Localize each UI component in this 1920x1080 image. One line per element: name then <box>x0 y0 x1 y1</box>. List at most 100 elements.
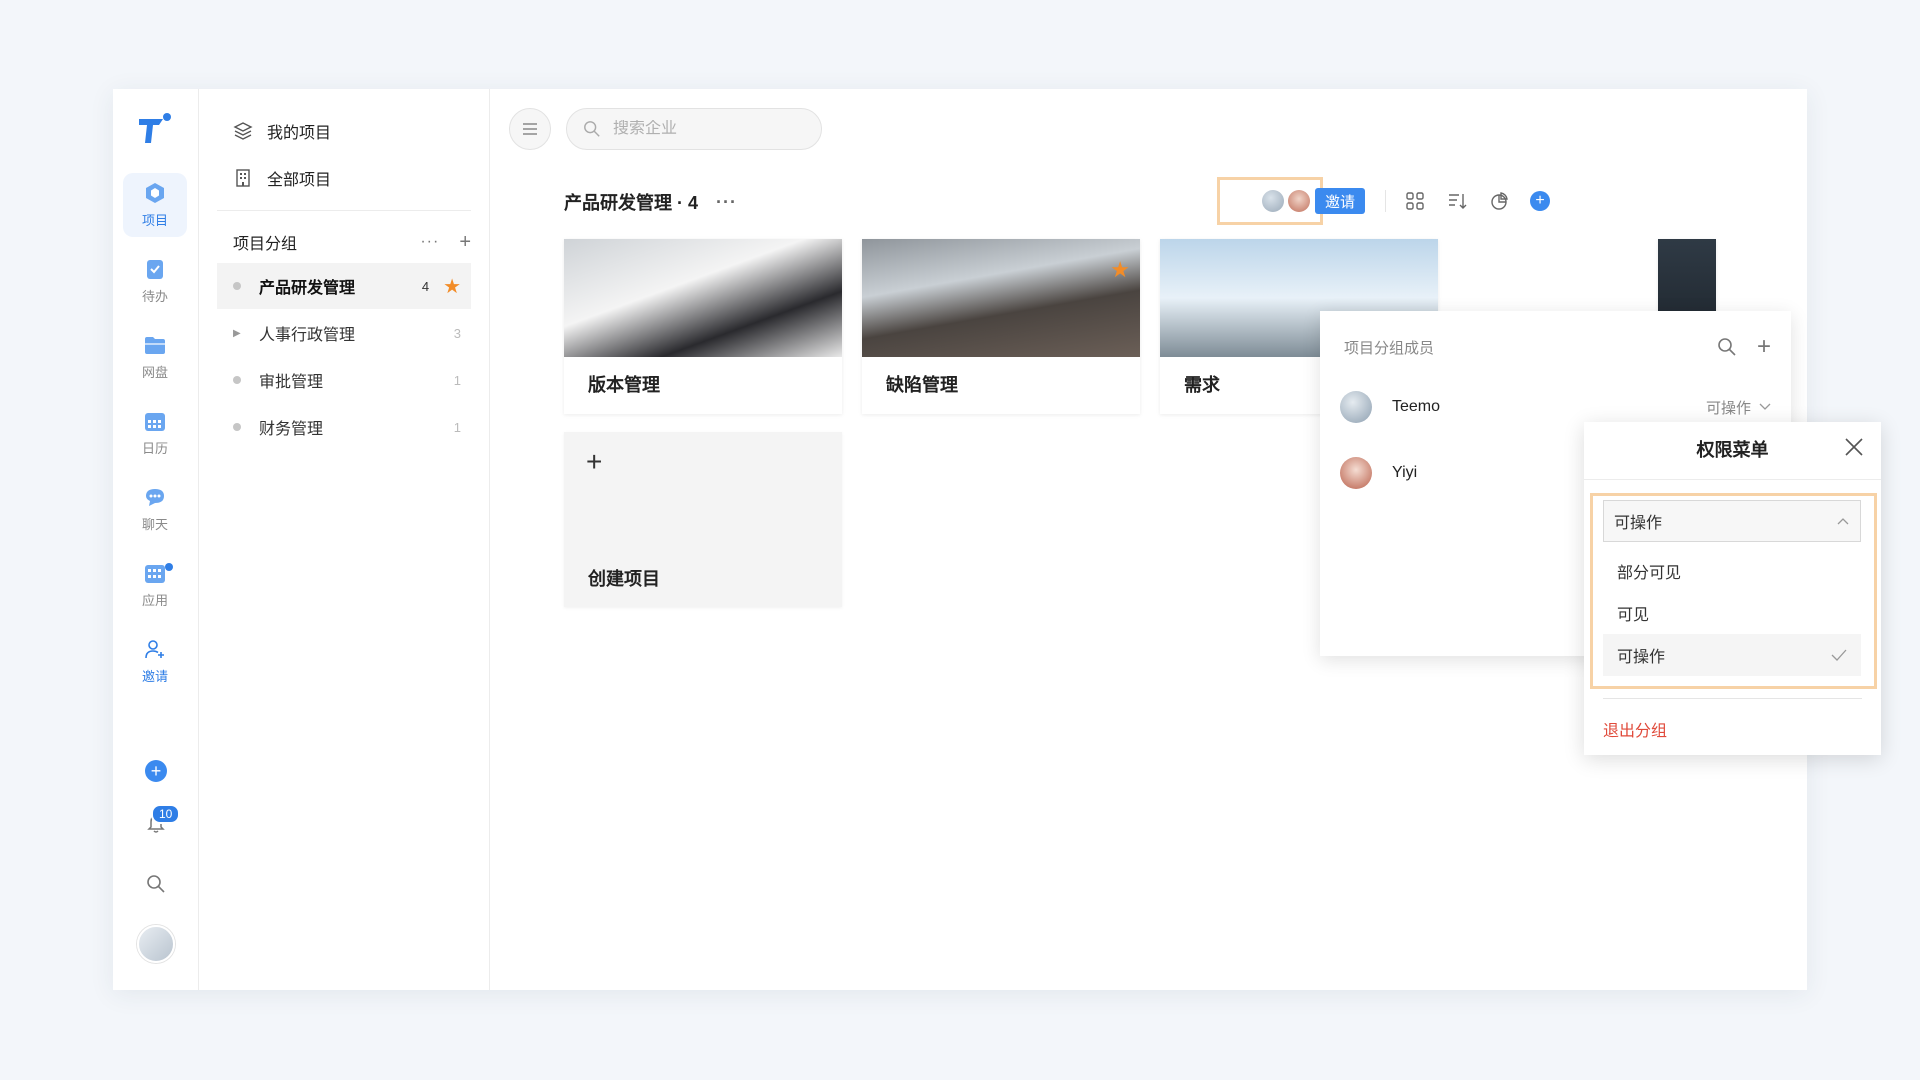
search-icon <box>584 121 600 137</box>
member-avatar <box>1340 391 1372 423</box>
project-sidebar: 我的项目 全部项目 项目分组 ··· + 产品研发管理 4 ★ ▶ 人事行政管理… <box>199 89 490 990</box>
group-item-approval[interactable]: 审批管理 1 <box>217 357 471 403</box>
permission-menu: 权限菜单 可操作 部分可见 可见 可操作 退出分组 <box>1584 422 1881 755</box>
page-title-row: 产品研发管理 · 4 ··· <box>564 189 737 215</box>
group-header-label: 项目分组 <box>233 236 298 253</box>
group-name: 产品研发管理 <box>259 280 356 297</box>
invite-button[interactable]: 邀请 <box>1315 188 1366 214</box>
rail-item-invite[interactable]: 邀请 <box>123 629 187 693</box>
bullet-icon <box>233 423 241 431</box>
app-window: 项目 待办 网盘 日历 聊天 应用 邀请 + 10 我的项目 全部项目 项目分组… <box>113 89 1881 990</box>
add-project-icon[interactable]: + <box>1530 191 1551 211</box>
group-name: 财务管理 <box>259 421 324 438</box>
permission-divider <box>1603 698 1862 699</box>
exit-group-button[interactable]: 退出分组 <box>1603 717 1667 741</box>
group-name: 审批管理 <box>259 374 324 391</box>
rail-label-calendar: 日历 <box>141 441 168 456</box>
nav-my-projects[interactable]: 我的项目 <box>233 119 331 143</box>
title-more-icon[interactable]: ··· <box>716 192 737 213</box>
building-icon <box>236 169 250 187</box>
bullet-icon <box>233 376 241 384</box>
apps-notification-dot <box>165 563 173 571</box>
close-icon[interactable] <box>1843 436 1865 458</box>
chevron-up-icon <box>1837 518 1849 525</box>
member-avatar[interactable] <box>1262 190 1284 212</box>
rail-item-drive[interactable]: 网盘 <box>123 325 187 389</box>
caret-right-icon[interactable]: ▶ <box>233 328 241 339</box>
star-icon[interactable]: ★ <box>443 274 461 299</box>
group-item-hr[interactable]: ▶ 人事行政管理 3 <box>217 310 471 356</box>
members-title: 项目分组成员 <box>1344 339 1435 357</box>
permission-option[interactable]: 部分可见 <box>1603 550 1861 592</box>
project-icon <box>146 183 164 203</box>
group-count: 4 <box>421 278 430 294</box>
nav-all-projects[interactable]: 全部项目 <box>233 166 331 190</box>
user-avatar[interactable] <box>137 925 175 963</box>
permission-option[interactable]: 可见 <box>1603 592 1861 634</box>
page-title: 产品研发管理 · 4 <box>564 193 699 213</box>
permission-option[interactable]: 可操作 <box>1603 634 1861 676</box>
sort-icon[interactable] <box>1446 190 1468 212</box>
calendar-icon <box>145 413 165 431</box>
create-project-card[interactable]: + 创建项目 <box>564 432 842 607</box>
permission-select[interactable]: 可操作 <box>1603 500 1861 542</box>
statistics-icon[interactable] <box>1488 190 1510 212</box>
star-icon[interactable]: ★ <box>1110 257 1130 283</box>
rail-notifications[interactable]: 10 <box>113 804 199 835</box>
rail-item-project[interactable]: 项目 <box>123 173 187 237</box>
invite-icon <box>145 640 164 659</box>
member-permission[interactable]: 可操作 <box>1706 397 1771 418</box>
group-name: 人事行政管理 <box>259 327 356 344</box>
add-group-icon[interactable]: + <box>459 231 471 254</box>
add-member-icon[interactable]: + <box>1757 335 1771 359</box>
search-icon[interactable] <box>1717 337 1737 357</box>
toolbar-divider <box>1385 190 1387 212</box>
add-icon[interactable]: + <box>145 760 167 782</box>
toolbar: 邀请 + <box>1217 177 1551 225</box>
search-icon <box>147 875 165 893</box>
rail-label-invite: 邀请 <box>141 669 168 684</box>
rail-add[interactable]: + <box>113 760 199 782</box>
more-icon[interactable]: ··· <box>420 233 439 251</box>
chevron-down-icon <box>1759 403 1771 410</box>
create-project-label: 创建项目 <box>588 569 660 589</box>
rail-label-apps: 应用 <box>141 593 168 608</box>
group-header: 项目分组 ··· + <box>233 230 471 254</box>
permission-divider <box>1584 479 1881 480</box>
group-item-finance[interactable]: 财务管理 1 <box>217 404 471 450</box>
permission-option-label: 部分可见 <box>1617 565 1682 582</box>
search-input[interactable] <box>613 120 793 138</box>
group-count: 1 <box>453 372 461 388</box>
layers-icon <box>233 122 253 140</box>
rail-item-todo[interactable]: 待办 <box>123 249 187 313</box>
plus-icon: + <box>586 446 603 477</box>
nav-my-projects-label: 我的项目 <box>267 125 332 142</box>
member-avatars[interactable] <box>1217 177 1323 225</box>
rail-item-apps[interactable]: 应用 <box>123 553 187 617</box>
group-item-dev[interactable]: 产品研发管理 4 ★ <box>217 263 471 309</box>
permission-option-label: 可见 <box>1617 607 1650 624</box>
notification-badge: 10 <box>151 804 181 824</box>
permission-menu-title: 权限菜单 <box>1696 440 1769 460</box>
members-header: 项目分组成员 + <box>1344 335 1771 359</box>
project-card[interactable]: ★ 缺陷管理 <box>862 239 1140 414</box>
rail-search[interactable] <box>113 874 199 894</box>
group-count: 3 <box>453 325 461 341</box>
project-card[interactable]: 版本管理 <box>564 239 842 414</box>
grid-view-icon[interactable] <box>1404 190 1426 212</box>
member-avatar[interactable] <box>1288 190 1310 212</box>
rail-label-drive: 网盘 <box>141 365 168 380</box>
search-box[interactable] <box>566 108 822 150</box>
menu-button[interactable] <box>509 108 551 150</box>
rail-avatar[interactable] <box>113 925 199 963</box>
bullet-icon <box>233 282 241 290</box>
chat-icon <box>146 489 164 506</box>
rail-label-chat: 聊天 <box>141 517 168 532</box>
apps-icon <box>145 565 165 583</box>
hamburger-icon <box>523 123 537 135</box>
project-card-label: 缺陷管理 <box>886 375 958 395</box>
member-row[interactable]: Teemo 可操作 <box>1340 391 1771 423</box>
rail-label-project: 项目 <box>141 213 168 228</box>
rail-item-calendar[interactable]: 日历 <box>123 401 187 465</box>
rail-item-chat[interactable]: 聊天 <box>123 477 187 541</box>
